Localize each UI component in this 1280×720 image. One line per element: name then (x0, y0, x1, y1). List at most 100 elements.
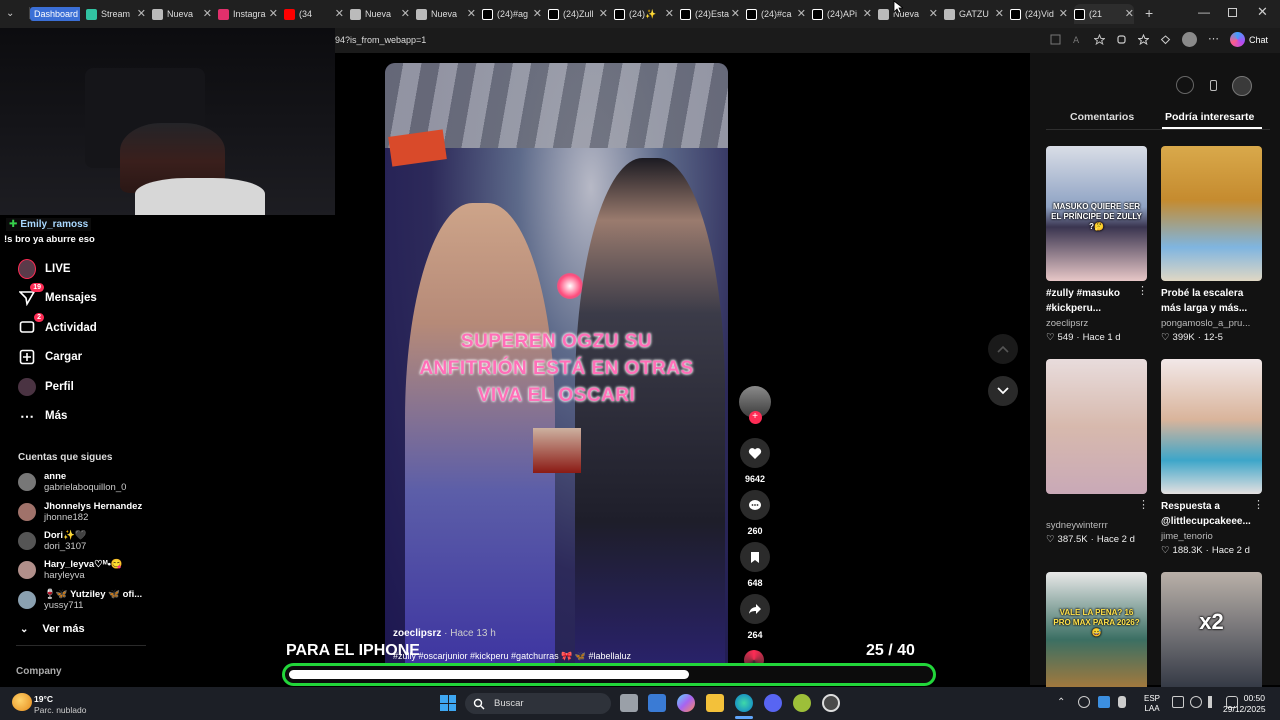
share-button[interactable]: 264 (739, 594, 771, 640)
bookmark-icon[interactable] (740, 542, 770, 572)
close-tab-icon[interactable]: ✕ (863, 7, 872, 20)
comment-icon[interactable] (740, 490, 770, 520)
favorite-star-icon[interactable] (1094, 34, 1105, 45)
weather-temp[interactable]: 19°C (34, 694, 53, 704)
browser-tab[interactable]: (21 ✕ (1074, 4, 1134, 24)
microphone-icon[interactable] (1118, 696, 1126, 708)
see-more-button[interactable]: ⌄ Ver más (20, 623, 85, 635)
browser-tab[interactable]: (24)Vid ✕ (1010, 4, 1068, 24)
autoscroll-icon[interactable] (1176, 76, 1194, 94)
video-thumbnail[interactable] (1046, 359, 1147, 494)
browser-tab[interactable]: (24)✨ ✕ (614, 4, 674, 24)
browser-tab[interactable]: Dashboard (30, 4, 80, 24)
address-bar[interactable]: 94?is_from_webapp=1 A ⋯ Chat (335, 28, 1280, 53)
windows-start-icon[interactable] (440, 695, 456, 711)
clock[interactable]: 00:50 29/12/2025 (1223, 693, 1266, 715)
nav-item-messages[interactable]: 19 Mensajes (18, 283, 97, 307)
browser-essentials-icon[interactable] (1160, 34, 1171, 45)
sync-icon[interactable] (1078, 696, 1090, 708)
close-window-icon[interactable]: ✕ (1257, 4, 1268, 20)
user-avatar[interactable] (1232, 76, 1252, 96)
chevron-up-tray-icon[interactable]: ⌃ (1057, 697, 1065, 708)
edge-icon[interactable] (735, 694, 753, 712)
file-explorer-icon[interactable] (706, 694, 724, 712)
video-player[interactable]: SUPEREN OGZU SU ANFITRIÓN ESTÁ EN OTRAS … (385, 63, 728, 685)
install-app-icon[interactable] (1050, 34, 1061, 45)
close-tab-icon[interactable]: ✕ (599, 7, 608, 20)
more-options-icon[interactable]: ⋯ (1208, 32, 1219, 47)
video-thumbnail[interactable] (1161, 146, 1262, 281)
extensions-icon[interactable] (1116, 34, 1127, 45)
close-tab-icon[interactable]: ✕ (1059, 7, 1068, 20)
browser-tab[interactable]: GATZU ✕ (944, 4, 1004, 24)
browser-tab[interactable]: Nueva ✕ (416, 4, 476, 24)
close-tab-icon[interactable]: ✕ (731, 7, 740, 20)
tab-search-icon[interactable]: ⌄ (6, 8, 14, 19)
recommendation-user[interactable]: jime_tenorio (1161, 531, 1213, 542)
nav-item-activity[interactable]: 2 Actividad (18, 313, 97, 337)
copilot-app-icon[interactable] (677, 694, 695, 712)
language-indicator[interactable]: ESP LAA (1144, 694, 1160, 714)
browser-tab[interactable]: Nueva ✕ (350, 4, 410, 24)
phone-icon[interactable] (1204, 76, 1222, 94)
close-tab-icon[interactable]: ✕ (797, 7, 806, 20)
spotify-like-icon[interactable] (793, 694, 811, 712)
close-tab-icon[interactable]: ✕ (533, 7, 542, 20)
video-thumbnail[interactable]: MASUKO QUIERE SER EL PRÍNCIPE DE ZULLY ?… (1046, 146, 1147, 281)
browser-tab[interactable]: (34 ✕ (284, 4, 344, 24)
store-icon[interactable] (648, 694, 666, 712)
discord-icon[interactable] (764, 694, 782, 712)
browser-tab[interactable]: Stream ✕ (86, 4, 146, 24)
followed-account[interactable]: Jhonnelys Hernandez jhonne182 (18, 501, 142, 523)
close-tab-icon[interactable]: ✕ (401, 7, 410, 20)
close-tab-icon[interactable]: ✕ (203, 7, 212, 20)
creator-avatar-button[interactable]: + (739, 386, 771, 424)
favorites-list-icon[interactable] (1138, 34, 1149, 45)
share-icon[interactable] (740, 594, 770, 624)
video-thumbnail[interactable] (1161, 359, 1262, 494)
tab-might-interest[interactable]: Podría interesarte (1165, 111, 1254, 123)
screen-icon[interactable] (1172, 696, 1184, 708)
browser-tab[interactable]: (24)#ag ✕ (482, 4, 542, 24)
nav-item-profile[interactable]: Perfil (18, 378, 74, 396)
browser-tab[interactable]: Instagra ✕ (218, 4, 278, 24)
close-tab-icon[interactable]: ✕ (137, 7, 146, 20)
nav-item-live-avatar[interactable]: LIVE (18, 259, 71, 279)
profile-avatar[interactable] (1182, 32, 1197, 47)
close-tab-icon[interactable]: ✕ (665, 7, 674, 20)
close-tab-icon[interactable]: ✕ (929, 7, 938, 20)
previous-video-button[interactable] (988, 334, 1018, 364)
nav-item-upload[interactable]: Cargar (18, 348, 82, 366)
obs-icon[interactable] (822, 694, 840, 712)
heart-icon[interactable] (740, 438, 770, 468)
follow-plus-icon[interactable]: + (748, 411, 762, 424)
tab-comments[interactable]: Comentarios (1070, 111, 1134, 123)
next-video-button[interactable] (988, 376, 1018, 406)
browser-tab[interactable]: Nueva ✕ (152, 4, 212, 24)
save-button[interactable]: 648 (739, 542, 771, 588)
video-author-row[interactable]: zoeclipsrz · Hace 13 h (393, 628, 496, 639)
more-options-icon[interactable]: ⋮ (1138, 498, 1149, 511)
recommendation-user[interactable]: pongamoslo_a_pru... (1161, 318, 1250, 329)
volume-icon[interactable] (1208, 696, 1220, 708)
video-hashtags[interactable]: #zully #oscarjunior #kickperu #gatchurra… (393, 651, 631, 662)
video-author[interactable]: zoeclipsrz (393, 628, 441, 639)
followed-account[interactable]: 🍷🦋 Yutziley 🦋 ofi... yussy711 (18, 589, 142, 611)
like-button[interactable]: 9642 (739, 438, 771, 484)
followed-account[interactable]: Hary_leyva♡ᴹ•😋 haryleyva (18, 559, 123, 581)
close-tab-icon[interactable]: ✕ (995, 7, 1004, 20)
cloud-icon[interactable] (1098, 696, 1110, 708)
browser-tab[interactable]: (24)APi ✕ (812, 4, 872, 24)
wifi-icon[interactable] (1190, 696, 1202, 708)
more-options-icon[interactable]: ⋮ (1137, 284, 1148, 297)
close-tab-icon[interactable]: ✕ (1125, 7, 1134, 20)
close-tab-icon[interactable]: ✕ (269, 7, 278, 20)
new-tab-button[interactable]: + (1145, 5, 1153, 21)
followed-account[interactable]: Dori✨🖤 dori_3107 (18, 530, 87, 552)
followed-account[interactable]: anne gabrielaboquillon_0 (18, 471, 126, 493)
url-text[interactable]: 94?is_from_webapp=1 (335, 35, 426, 45)
browser-tab[interactable]: Nueva ✕ (878, 4, 938, 24)
nav-item-more[interactable]: ⋯ Más (18, 407, 67, 425)
task-view-icon[interactable] (620, 694, 638, 712)
maximize-icon[interactable] (1228, 8, 1237, 17)
